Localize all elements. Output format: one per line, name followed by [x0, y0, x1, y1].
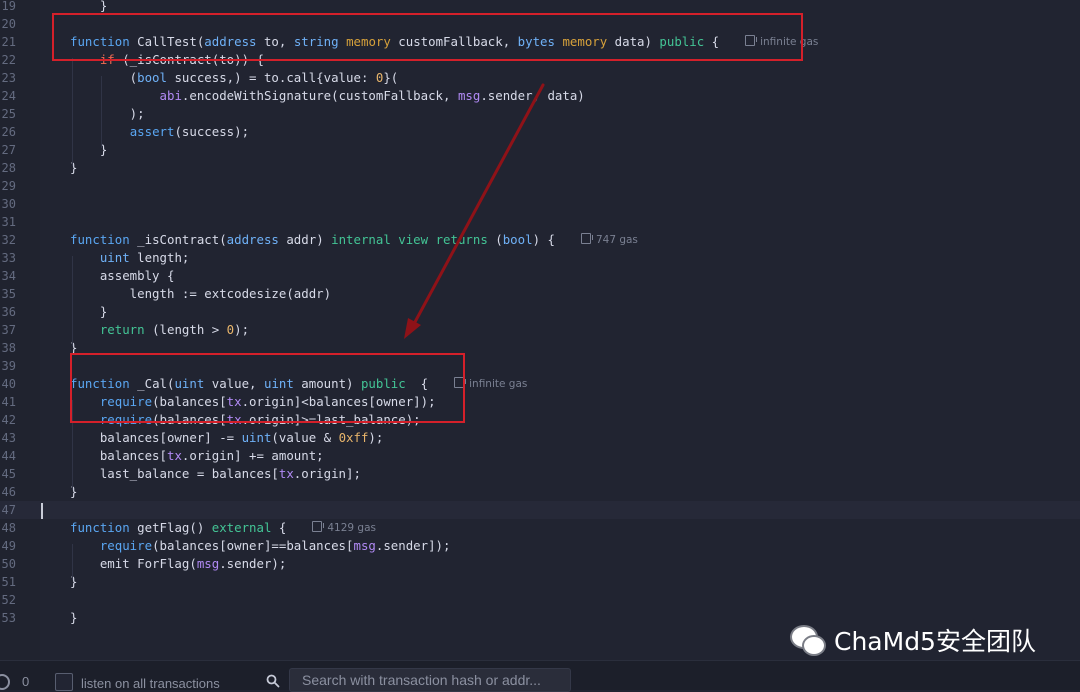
watermark-text: ChaMd5安全团队 — [834, 627, 1036, 656]
transaction-search-input[interactable] — [289, 668, 571, 692]
watermark: ChaMd5安全团队 — [788, 620, 1036, 660]
transaction-status-icon — [0, 674, 10, 690]
transaction-count: 0 — [22, 674, 30, 689]
wechat-icon — [788, 623, 826, 657]
arrow-head — [404, 318, 421, 339]
status-bar: 0 listen on all transactions — [0, 660, 1080, 692]
arrow-shaft — [413, 83, 545, 324]
search-icon[interactable] — [266, 674, 280, 688]
annotation-arrow — [404, 83, 545, 339]
listen-all-checkbox[interactable] — [55, 673, 73, 691]
